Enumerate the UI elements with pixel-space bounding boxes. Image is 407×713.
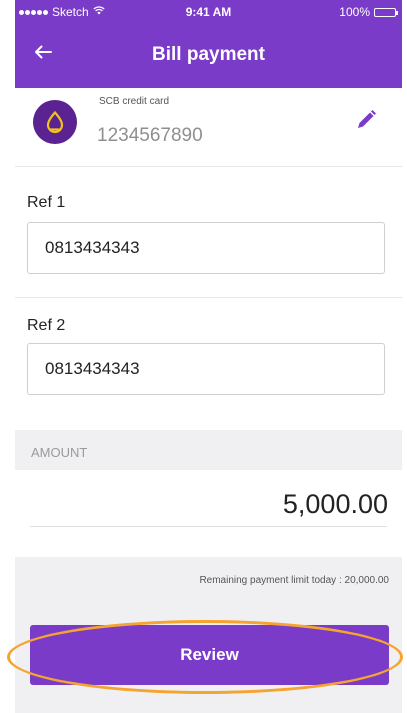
card-number: 1234567890 — [97, 125, 203, 146]
pencil-icon — [358, 110, 376, 128]
ref1-label: Ref 1 — [27, 194, 66, 211]
battery-status: 100% — [339, 5, 398, 19]
app-header: Sketch 9:41 AM 100% Bill payment — [15, 0, 402, 88]
card-name: SCB credit card — [99, 96, 170, 107]
selected-card[interactable]: SCB credit card 1234567890 — [15, 88, 402, 156]
payment-limit-text: Remaining payment limit today : 20,000.0… — [199, 575, 389, 586]
ref1-input[interactable]: 0813434343 — [27, 222, 385, 274]
nav-bar: Bill payment — [15, 22, 402, 88]
payment-footer: Remaining payment limit today : 20,000.0… — [15, 557, 402, 713]
scb-logo-icon — [33, 100, 77, 144]
edit-card-button[interactable] — [354, 108, 378, 132]
amount-label: AMOUNT — [31, 445, 88, 460]
amount-section-header: AMOUNT — [15, 430, 402, 470]
status-bar: Sketch 9:41 AM 100% — [15, 0, 402, 22]
amount-underline — [30, 526, 387, 527]
divider — [15, 297, 402, 298]
amount-input[interactable]: 5,000.00 — [283, 489, 388, 520]
review-button[interactable]: Review — [30, 625, 389, 685]
battery-icon — [374, 7, 398, 17]
page-title: Bill payment — [152, 44, 265, 65]
ref2-input[interactable]: 0813434343 — [27, 343, 385, 395]
ref2-label: Ref 2 — [27, 317, 66, 334]
battery-percent: 100% — [339, 5, 370, 19]
divider — [15, 166, 402, 167]
